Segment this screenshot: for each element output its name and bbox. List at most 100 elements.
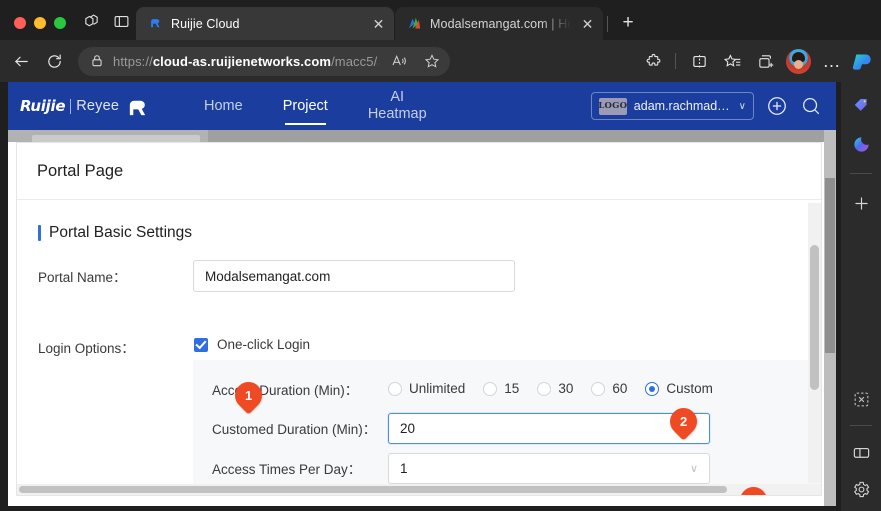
more-options-button[interactable]: …	[816, 46, 847, 77]
address-bar[interactable]: https://cloud-as.ruijienetworks.com/macc…	[78, 46, 450, 76]
copilot-icon[interactable]	[848, 131, 874, 157]
chevron-down-icon: ∨	[738, 100, 746, 112]
collections-icon[interactable]	[750, 46, 781, 77]
radio-label: Unlimited	[409, 381, 466, 396]
access-duration-row: Access Duration (Min)： Unlimited 15 30 6…	[193, 370, 821, 407]
tab-close-icon[interactable]: ✕	[370, 15, 387, 32]
favorites-list-icon[interactable]	[717, 46, 748, 77]
radio-label: Custom	[666, 381, 713, 396]
minimize-window-button[interactable]	[34, 17, 46, 29]
sidebar-bottom-group	[848, 386, 874, 511]
radio-label: 15	[504, 381, 520, 396]
content-horizontal-scrollbar[interactable]	[17, 484, 821, 495]
portal-name-input[interactable]: Modalsemangat.com	[193, 260, 515, 292]
chevron-down-icon: ∨	[689, 462, 698, 475]
callout-number: 1	[244, 388, 253, 404]
star-icon[interactable]	[420, 49, 444, 73]
radio-custom[interactable]: Custom	[645, 381, 713, 396]
customed-duration-input[interactable]: 20	[388, 412, 710, 444]
nav-item-ai-heatmap[interactable]: AI Heatmap	[348, 82, 447, 130]
tools-icon[interactable]	[848, 386, 874, 412]
nav-item-project[interactable]: Project	[263, 82, 348, 130]
customed-duration-label: Customed Duration (Min)：	[212, 422, 377, 437]
app-nav-right: LOGO adam.rachmad… ∨	[590, 92, 836, 120]
puzzle-icon[interactable]	[638, 46, 669, 77]
tab-strip: Ruijie Cloud ✕ Modalsemangat.com | Homep…	[0, 0, 881, 40]
account-name: adam.rachmad…	[633, 99, 730, 113]
profile-avatar[interactable]	[786, 48, 811, 74]
one-click-login-checkbox-row[interactable]: One-click Login	[193, 337, 821, 352]
account-logo: LOGO	[598, 97, 627, 115]
page-title: Portal Page	[37, 161, 124, 180]
tab-title: Ruijie Cloud	[171, 16, 240, 31]
back-button[interactable]	[6, 46, 37, 77]
brand-sub-name: Reyee	[76, 98, 120, 114]
access-times-row: Access Times Per Day： 1 ∨	[193, 449, 821, 487]
radio-dot[interactable]	[483, 381, 498, 396]
radio-label: 60	[612, 381, 628, 396]
radio-unlimited[interactable]: Unlimited	[388, 381, 465, 396]
new-tab-button[interactable]: +	[614, 9, 642, 37]
settings-gear-icon[interactable]	[848, 476, 874, 502]
access-times-select[interactable]: 1 ∨	[388, 452, 710, 484]
customed-duration-row: Customed Duration (Min)： 20	[193, 407, 821, 449]
one-click-login-panel: Access Duration (Min)： Unlimited 15 30 6…	[193, 360, 821, 495]
page-viewport: Ruijie Reyee Home Project AI Heatmap LOG…	[8, 82, 836, 506]
radio-dot[interactable]	[537, 381, 552, 396]
content-vertical-scrollbar[interactable]	[808, 203, 821, 483]
radio-dot[interactable]	[591, 381, 606, 396]
nav-label: Home	[204, 97, 243, 114]
account-selector[interactable]: LOGO adam.rachmad… ∨	[590, 92, 754, 120]
tab-search-icon[interactable]	[76, 6, 106, 36]
search-icon[interactable]	[800, 95, 822, 117]
tab-close-icon[interactable]: ✕	[579, 15, 596, 32]
radio-15[interactable]: 15	[483, 381, 519, 396]
nav-item-home[interactable]: Home	[184, 82, 263, 130]
access-duration-radio-group: Unlimited 15 30 60 Custom	[388, 381, 731, 396]
reload-button[interactable]	[39, 46, 70, 77]
ruijie-icon	[147, 16, 163, 32]
customed-duration-value: 20	[400, 420, 416, 436]
shopping-tag-icon[interactable]	[848, 91, 874, 117]
browser-tab-ruijie-cloud[interactable]: Ruijie Cloud ✕	[136, 7, 394, 40]
login-options-block: One-click Login Access Duration (Min)： U…	[193, 311, 821, 495]
brand-name: Ruijie	[20, 97, 66, 115]
app-logo[interactable]: Ruijie Reyee	[8, 96, 184, 117]
access-times-label: Access Times Per Day：	[212, 462, 362, 477]
sidebar-toggle-icon[interactable]	[106, 6, 136, 36]
nav-label: AI Heatmap	[367, 89, 427, 122]
split-pane-icon[interactable]	[848, 439, 874, 465]
page-vertical-scrollbar[interactable]	[824, 130, 836, 506]
one-click-login-checkbox[interactable]	[194, 337, 208, 352]
access-duration-label: Access Duration (Min)：	[212, 382, 359, 398]
radio-dot-selected[interactable]	[645, 381, 660, 396]
radio-60[interactable]: 60	[591, 381, 627, 396]
section-header: Portal Basic Settings	[17, 200, 821, 242]
portal-name-label: Portal Name：	[38, 270, 127, 285]
radio-dot[interactable]	[388, 381, 402, 396]
browser-tab-modalsemangat[interactable]: Modalsemangat.com | Homepa ✕	[395, 7, 603, 40]
split-screen-icon[interactable]	[684, 46, 715, 77]
access-times-value: 1	[400, 460, 408, 476]
portal-page-card: Portal Page Portal Basic Settings Portal…	[16, 142, 822, 496]
portal-name-value: Modalsemangat.com	[205, 268, 331, 284]
copilot-icon[interactable]	[849, 48, 875, 74]
maximize-window-button[interactable]	[54, 17, 66, 29]
portal-basic-settings-form: Portal Name： Modalsemangat.com Login Opt…	[17, 242, 821, 495]
read-aloud-icon[interactable]	[387, 49, 411, 73]
lock-icon	[90, 54, 104, 68]
one-click-login-label: One-click Login	[217, 337, 311, 352]
browser-window: Ruijie Cloud ✕ Modalsemangat.com | Homep…	[0, 0, 881, 511]
tab-title: Modalsemangat.com | Homepa	[430, 16, 571, 31]
scrollbar-thumb[interactable]	[19, 486, 727, 493]
toolbar-separator	[675, 53, 676, 69]
sidebar-divider	[850, 173, 872, 174]
radio-30[interactable]: 30	[537, 381, 573, 396]
add-icon[interactable]	[848, 190, 874, 216]
nav-label: Project	[282, 97, 328, 114]
scrollbar-thumb[interactable]	[810, 245, 819, 390]
plus-circle-icon[interactable]	[766, 95, 788, 117]
edge-sidebar	[841, 82, 881, 511]
scrollbar-thumb[interactable]	[825, 178, 835, 353]
close-window-button[interactable]	[14, 17, 26, 29]
